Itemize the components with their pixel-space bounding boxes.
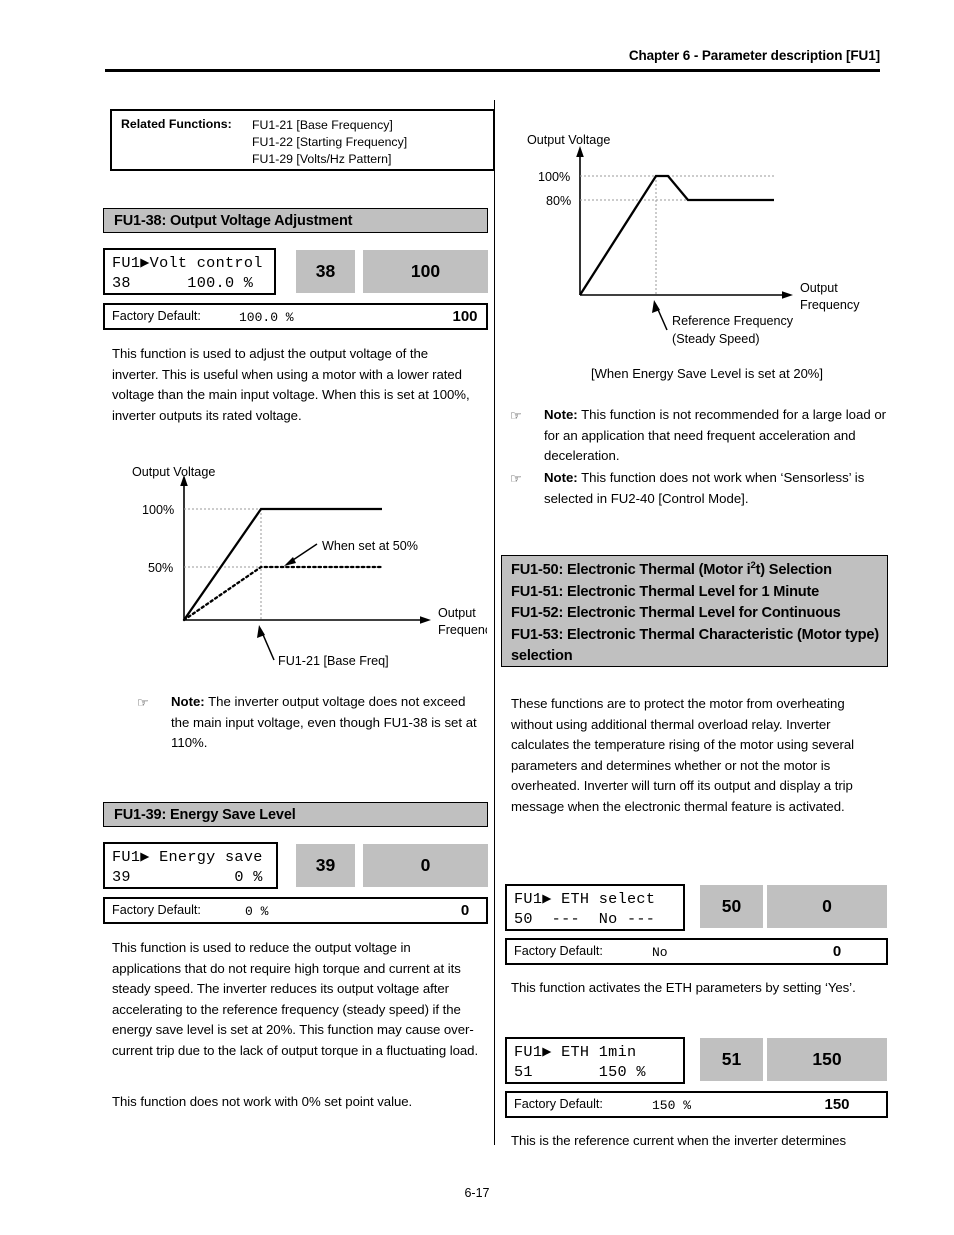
- section-heading-fu1-39-text: FU1-39: Energy Save Level: [114, 807, 296, 823]
- keypad-value-fu1-38: 100: [363, 250, 488, 293]
- factory-default-label: Factory Default:: [112, 903, 201, 917]
- graph-ytick-100: 100%: [142, 503, 174, 517]
- body-text-fu1-50-53: These functions are to protect the motor…: [511, 696, 854, 814]
- figure-fu1-39-graph: Output Voltage 100% 80% Output Frequency…: [512, 130, 907, 355]
- note-text: Note: The inverter output voltage does n…: [171, 692, 487, 754]
- factory-default-label: Factory Default:: [112, 309, 201, 323]
- factory-default-value-text: 150 %: [652, 1098, 692, 1113]
- note-text: Note: This function is not recommended f…: [544, 405, 895, 467]
- graph-xlabel-line2: Frequency: [438, 623, 487, 637]
- factory-default-value-number: 100: [452, 308, 478, 325]
- note-body: The inverter output voltage does not exc…: [171, 694, 477, 751]
- related-functions-list: FU1-21 [Base Frequency] FU1-22 [Starting…: [252, 117, 407, 168]
- keypad-display-fu1-39: FU1▶ Energy save 39 0 %: [103, 842, 278, 889]
- body-text-fu1-50: This function activates the ETH paramete…: [511, 980, 856, 995]
- body-text-fu1-38: This function is used to adjust the outp…: [112, 346, 470, 423]
- note-body: This function does not work when ‘Sensor…: [544, 470, 865, 506]
- keypad-line-1: FU1▶Volt control: [112, 254, 263, 272]
- graph-annotation-when-set-50: When set at 50%: [322, 539, 418, 553]
- page-footer: 6-17: [464, 1186, 490, 1200]
- note-energy-save-1: ☞ Note: This function is not recommended…: [510, 405, 895, 467]
- note-body: This function is not recommended for a l…: [544, 407, 887, 464]
- section-heading-fu1-50-53: FU1-50: Electronic Thermal (Motor i2t) S…: [501, 555, 888, 667]
- body-text-fu1-51: This is the reference current when the i…: [511, 1133, 847, 1148]
- section-heading-fu1-38: FU1-38: Output Voltage Adjustment: [103, 208, 488, 233]
- section-heading-fu1-38-text: FU1-38: Output Voltage Adjustment: [114, 213, 353, 229]
- factory-default-value-number: 150: [824, 1096, 850, 1113]
- note-prefix: Note:: [544, 407, 578, 422]
- note-energy-save-2: ☞ Note: This function does not work when…: [510, 468, 895, 509]
- factory-default-label: Factory Default:: [514, 944, 603, 958]
- graph-annotation-steady-speed: (Steady Speed): [672, 332, 760, 346]
- keypad-value-fu1-51: 150: [767, 1038, 887, 1081]
- factory-default-value-text: 100.0 %: [239, 310, 294, 325]
- note-prefix: Note:: [544, 470, 578, 485]
- related-function-item: FU1-22 [Starting Frequency]: [252, 135, 408, 149]
- keypad-line-2: 39 0 %: [112, 868, 263, 886]
- pointing-hand-icon: ☞: [137, 695, 149, 710]
- section-heading-line: FU1-53: Electronic Thermal Characteristi…: [511, 626, 879, 665]
- pointing-hand-icon: ☞: [510, 408, 522, 423]
- graph-ylabel: Output Voltage: [527, 133, 610, 147]
- note-prefix: Note:: [171, 694, 205, 709]
- graph-xlabel-line1: Output: [438, 606, 476, 620]
- graph-ylabel: Output Voltage: [132, 465, 215, 479]
- factory-default-row-fu1-51: Factory Default: 150 % 150: [505, 1091, 888, 1118]
- pointing-hand-icon: ☞: [510, 471, 522, 486]
- graph-ytick-50: 50%: [148, 561, 173, 575]
- keypad-code-fu1-50: 50: [700, 885, 763, 928]
- related-functions-label: Related Functions:: [121, 117, 232, 131]
- manual-page: Chapter 6 - Parameter description [FU1] …: [0, 0, 954, 1235]
- factory-default-row-fu1-39: Factory Default: 0 % 0: [103, 897, 488, 924]
- keypad-line-2: 51 150 %: [514, 1063, 646, 1081]
- factory-default-row-fu1-38: Factory Default: 100.0 % 100: [103, 303, 488, 330]
- factory-default-value-number: 0: [460, 902, 470, 919]
- keypad-display-fu1-50: FU1▶ ETH select 50 --- No ---: [505, 884, 685, 931]
- keypad-code-fu1-38: 38: [296, 250, 355, 293]
- keypad-display-fu1-51: FU1▶ ETH 1min 51 150 %: [505, 1037, 685, 1084]
- graph-ytick-100: 100%: [538, 170, 570, 184]
- factory-default-label: Factory Default:: [514, 1097, 603, 1111]
- graph-annotation-reference-frequency: Reference Frequency: [672, 314, 794, 328]
- figure-fu1-38-graph: Output Voltage 100% 50% When set at 50% …: [112, 462, 487, 677]
- keypad-line-1: FU1▶ ETH select: [514, 890, 656, 908]
- keypad-code-fu1-39: 39: [296, 844, 355, 887]
- header-rule: [105, 69, 880, 72]
- graph-xlabel-line2: Frequency: [800, 298, 860, 312]
- note-text: Note: This function does not work when ‘…: [544, 468, 895, 509]
- related-functions-box: Related Functions: FU1-21 [Base Frequenc…: [110, 109, 495, 171]
- page-header-title: Chapter 6 - Parameter description [FU1]: [628, 48, 880, 63]
- keypad-line-2: 38 100.0 %: [112, 274, 254, 292]
- graph-annotation-base-freq: FU1-21 [Base Freq]: [278, 654, 389, 668]
- related-function-item: FU1-21 [Base Frequency]: [252, 118, 393, 132]
- column-divider: [494, 100, 495, 1145]
- section-heading-line: FU1-50: Electronic Thermal (Motor i2t) S…: [511, 560, 832, 578]
- factory-default-value-text: No: [652, 945, 668, 960]
- section-heading-fu1-39: FU1-39: Energy Save Level: [103, 802, 488, 827]
- factory-default-value-number: 0: [832, 943, 842, 960]
- keypad-line-2: 50 --- No ---: [514, 910, 656, 928]
- keypad-value-fu1-50: 0: [767, 885, 887, 928]
- keypad-line-1: FU1▶ Energy save: [112, 848, 263, 866]
- factory-default-value-text: 0 %: [245, 904, 269, 919]
- graph-xlabel-line1: Output: [800, 281, 838, 295]
- factory-default-row-fu1-50: Factory Default: No 0: [505, 938, 888, 965]
- keypad-display-fu1-38: FU1▶Volt control 38 100.0 %: [103, 248, 276, 295]
- keypad-code-fu1-51: 51: [700, 1038, 763, 1081]
- keypad-value-fu1-39: 0: [363, 844, 488, 887]
- body-text-fu1-39-second: This function does not work with 0% set …: [112, 1094, 413, 1109]
- section-heading-line: FU1-52: Electronic Thermal Level for Con…: [511, 605, 841, 621]
- note-fu1-38: ☞ Note: The inverter output voltage does…: [137, 692, 487, 754]
- related-function-item: FU1-29 [Volts/Hz Pattern]: [252, 152, 392, 166]
- figure-caption-energy-save: [When Energy Save Level is set at 20%]: [591, 366, 823, 381]
- keypad-line-1: FU1▶ ETH 1min: [514, 1043, 637, 1061]
- body-text-fu1-39: This function is used to reduce the outp…: [112, 940, 479, 1058]
- section-heading-line: FU1-51: Electronic Thermal Level for 1 M…: [511, 583, 820, 600]
- graph-ytick-80: 80%: [546, 194, 571, 208]
